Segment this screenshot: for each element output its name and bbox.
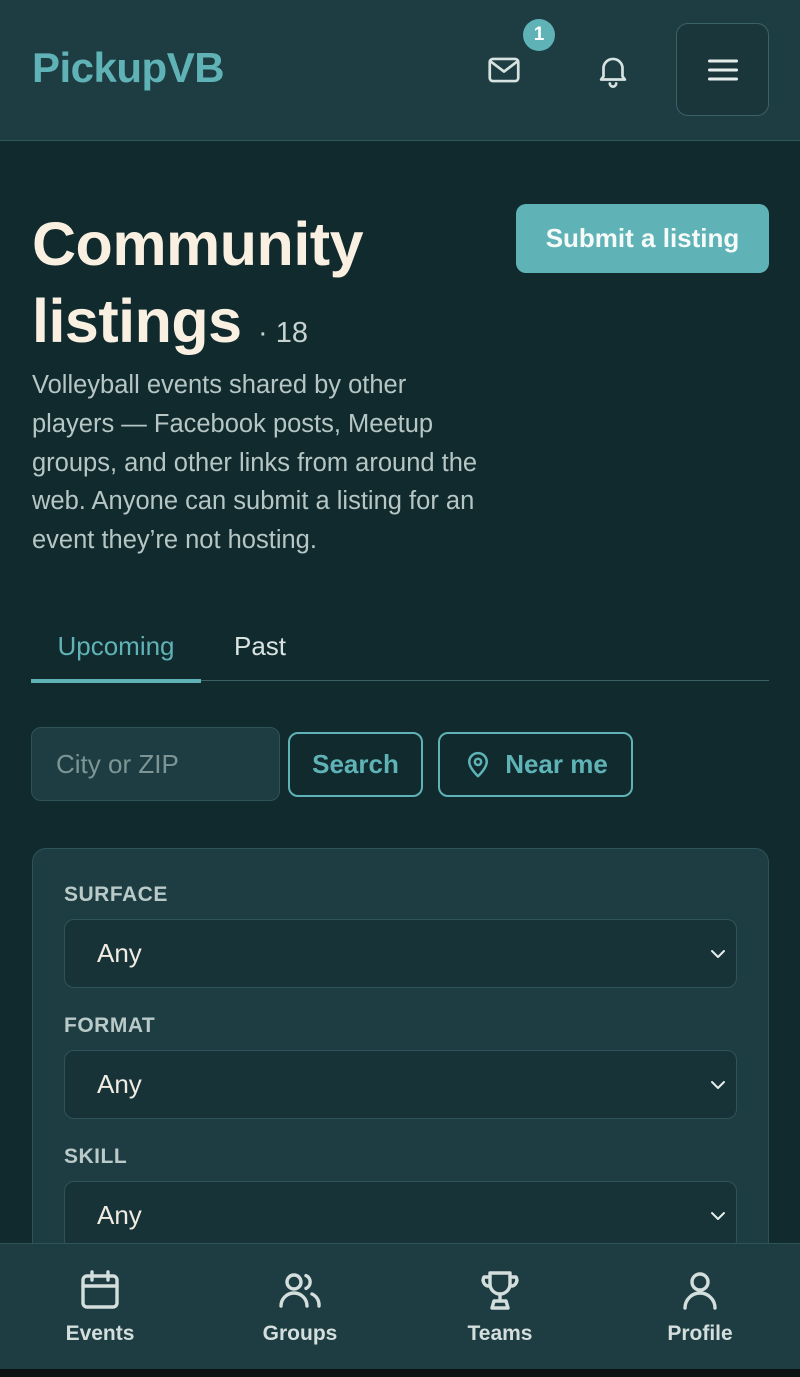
notifications-button[interactable] [583, 40, 643, 100]
users-icon [279, 1273, 321, 1308]
nav-item-events[interactable]: Events [0, 1244, 200, 1370]
page-title: Community listings · 18 [32, 206, 472, 372]
page: PickupVB 1 Community listings · 18 Submi… [0, 0, 800, 1377]
bell-icon [599, 57, 627, 88]
surface-select[interactable]: Any [64, 919, 737, 988]
location-pin-icon [468, 751, 489, 777]
listing-count: · 18 [257, 317, 308, 349]
menu-icon [707, 59, 738, 80]
tab-upcoming[interactable]: Upcoming [31, 612, 201, 683]
messages-button[interactable] [474, 40, 534, 100]
nav-item-groups[interactable]: Groups [200, 1244, 400, 1370]
format-select[interactable]: Any [64, 1050, 737, 1119]
chevron-down-icon [711, 950, 725, 958]
mail-icon [488, 57, 520, 83]
skill-label: SKILL [64, 1145, 128, 1168]
page-title-text: Community listings [32, 210, 364, 355]
filters-panel: SURFACE Any FORMAT Any SKILL Any [32, 848, 769, 1268]
nav-label-profile: Profile [667, 1322, 733, 1345]
bottom-nav: Events Groups Teams Profile [0, 1243, 800, 1369]
skill-select[interactable]: Any [64, 1181, 737, 1250]
brand-logo[interactable]: PickupVB [32, 44, 225, 92]
nav-item-profile[interactable]: Profile [600, 1244, 800, 1370]
search-button[interactable]: Search [288, 732, 423, 797]
submit-listing-button[interactable]: Submit a listing [516, 204, 769, 273]
system-bar [0, 1369, 800, 1377]
menu-button[interactable] [676, 23, 769, 116]
format-label: FORMAT [64, 1014, 156, 1037]
nav-label-events: Events [65, 1322, 135, 1345]
nav-label-teams: Teams [467, 1322, 533, 1345]
trophy-icon [481, 1271, 519, 1310]
listing-tabs: Upcoming Past [31, 612, 769, 683]
calendar-icon [81, 1270, 119, 1309]
near-me-label: Near me [505, 749, 608, 779]
search-button-label: Search [312, 749, 399, 779]
skill-value: Any [97, 1200, 142, 1230]
nav-label-groups: Groups [262, 1322, 338, 1345]
surface-value: Any [97, 938, 142, 968]
unread-badge: 1 [523, 19, 555, 51]
chevron-down-icon [711, 1212, 725, 1220]
chevron-down-icon [711, 1081, 725, 1089]
near-me-button[interactable]: Near me [438, 732, 633, 797]
surface-label: SURFACE [64, 883, 168, 906]
nav-item-teams[interactable]: Teams [400, 1244, 600, 1370]
page-description: Volleyball events shared by other player… [32, 371, 478, 555]
user-icon [683, 1272, 717, 1310]
tab-past[interactable]: Past [229, 612, 291, 681]
city-zip-input[interactable] [31, 727, 280, 801]
app-header: PickupVB 1 [0, 0, 800, 141]
format-value: Any [97, 1069, 142, 1099]
